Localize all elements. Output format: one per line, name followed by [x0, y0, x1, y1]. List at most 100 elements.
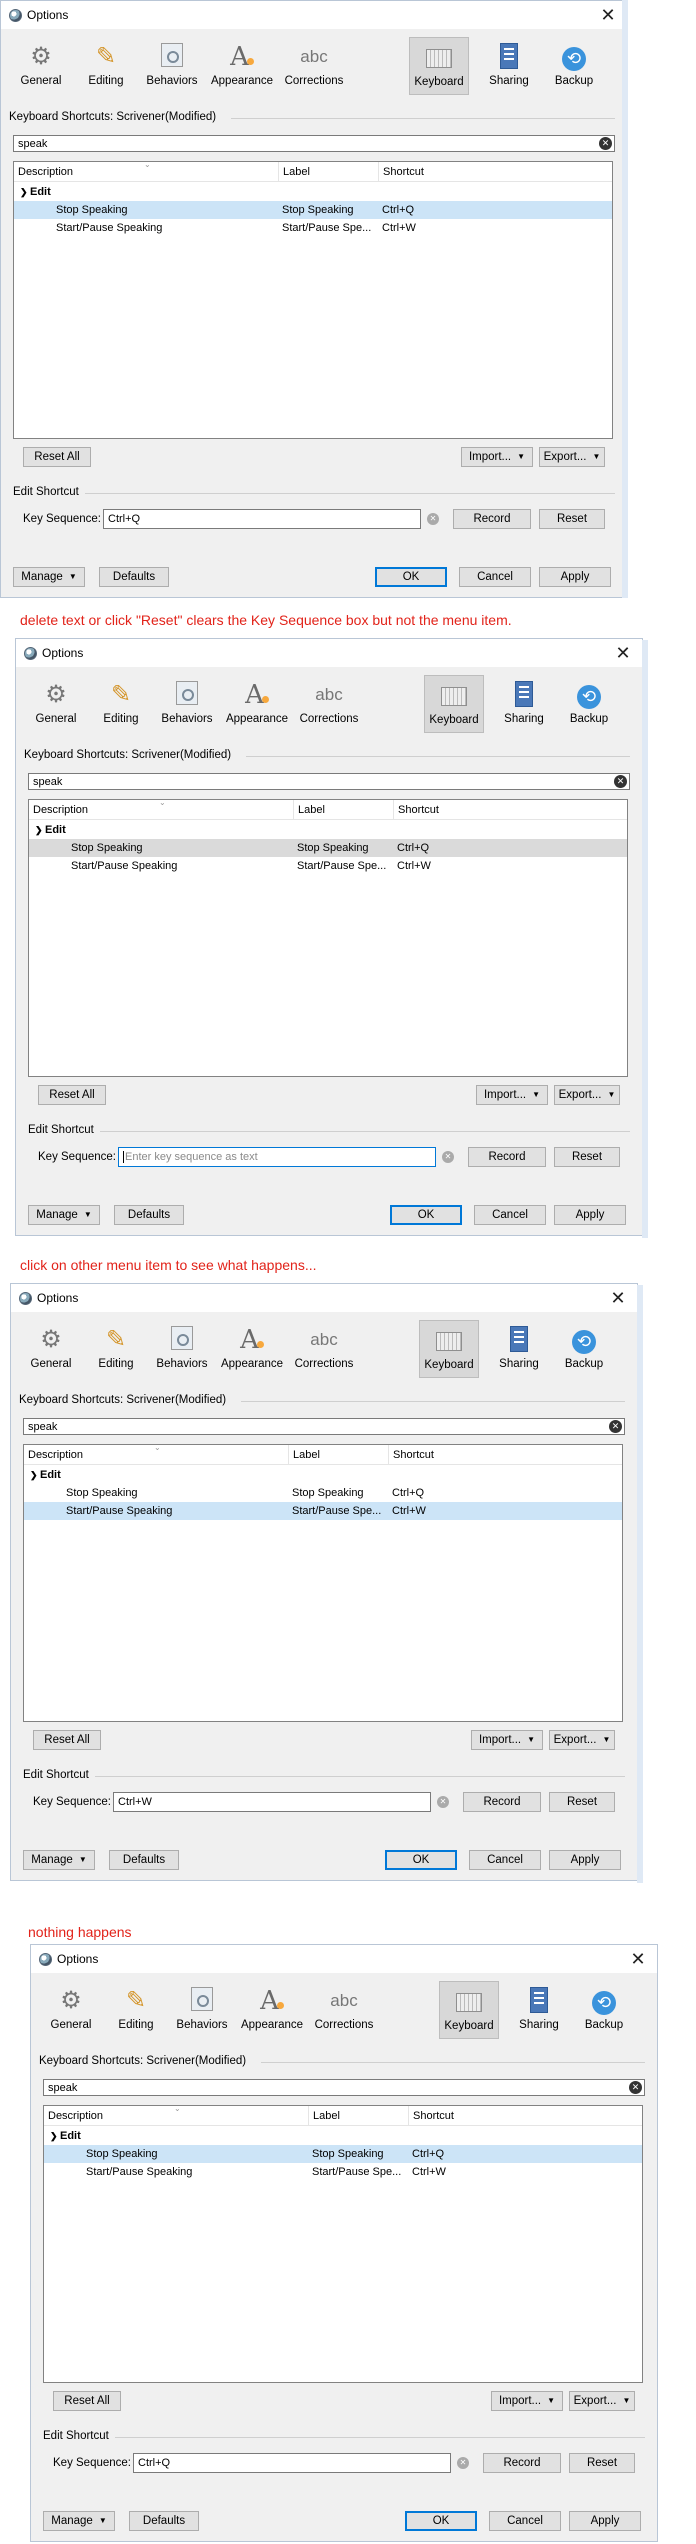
reset-all-button[interactable]: Reset All	[33, 1730, 101, 1750]
tab-appearance[interactable]: A Appearance	[221, 1320, 283, 1378]
record-button[interactable]: Record	[468, 1147, 546, 1167]
close-button[interactable]: ✕	[627, 1948, 649, 1970]
tab-corrections[interactable]: abc Corrections	[284, 37, 344, 95]
search-input[interactable]: speak ✕	[13, 135, 615, 152]
cancel-button[interactable]: Cancel	[459, 567, 531, 587]
apply-button[interactable]: Apply	[549, 1850, 621, 1870]
cancel-button[interactable]: Cancel	[489, 2511, 561, 2531]
tab-keyboard[interactable]: Keyboard	[439, 1981, 499, 2039]
column-label[interactable]: Label	[279, 162, 379, 182]
shortcuts-tree[interactable]: Description ⌄ Label Shortcut ❯ Edit Stop …	[28, 798, 628, 1077]
tab-appearance[interactable]: A Appearance	[211, 37, 273, 95]
key-sequence-input[interactable]: Ctrl+Q	[103, 509, 421, 529]
shortcuts-tree[interactable]: Description ⌄ Label Shortcut ❯ Edit Stop …	[23, 1443, 623, 1722]
apply-button[interactable]: Apply	[554, 1205, 626, 1225]
column-label[interactable]: Label	[309, 2106, 409, 2126]
clear-key-sequence-icon[interactable]: ✕	[442, 1151, 454, 1163]
ok-button[interactable]: OK	[390, 1205, 462, 1225]
search-input[interactable]: speak ✕	[28, 773, 630, 790]
column-label[interactable]: Label	[294, 800, 394, 820]
tab-appearance[interactable]: A Appearance	[241, 1981, 303, 2039]
defaults-button[interactable]: Defaults	[114, 1205, 184, 1225]
group-row-edit[interactable]: ❯ Edit	[24, 1466, 622, 1484]
tab-general[interactable]: ⚙ General	[21, 1320, 81, 1378]
tab-appearance[interactable]: A Appearance	[226, 675, 288, 733]
tab-general[interactable]: ⚙ General	[26, 675, 86, 733]
tab-behaviors[interactable]: Behaviors	[157, 675, 217, 733]
table-row[interactable]: Stop Speaking Stop Speaking Ctrl+Q	[29, 839, 627, 857]
export-button[interactable]: Export... ▼	[554, 1085, 620, 1105]
reset-button[interactable]: Reset	[554, 1147, 620, 1167]
tab-backup[interactable]: ⟲ Backup	[574, 1981, 634, 2039]
export-button[interactable]: Export... ▼	[539, 447, 605, 467]
clear-search-icon[interactable]: ✕	[629, 2081, 642, 2094]
apply-button[interactable]: Apply	[569, 2511, 641, 2531]
table-row[interactable]: Start/Pause Speaking Start/Pause Spe... …	[24, 1502, 622, 1520]
ok-button[interactable]: OK	[405, 2511, 477, 2531]
table-row[interactable]: Stop Speaking Stop Speaking Ctrl+Q	[44, 2145, 642, 2163]
record-button[interactable]: Record	[463, 1792, 541, 1812]
tab-keyboard[interactable]: Keyboard	[409, 37, 469, 95]
table-row[interactable]: Start/Pause Speaking Start/Pause Spe... …	[14, 219, 612, 237]
tab-behaviors[interactable]: Behaviors	[152, 1320, 212, 1378]
tab-editing[interactable]: ✎ Editing	[76, 37, 136, 95]
key-sequence-input[interactable]: Enter key sequence as text	[118, 1147, 436, 1167]
clear-key-sequence-icon[interactable]: ✕	[427, 513, 439, 525]
shortcuts-tree[interactable]: Description ⌄ Label Shortcut ❯ Edit Stop …	[43, 2104, 643, 2383]
tab-keyboard[interactable]: Keyboard	[424, 675, 484, 733]
reset-button[interactable]: Reset	[549, 1792, 615, 1812]
tab-editing[interactable]: ✎ Editing	[86, 1320, 146, 1378]
reset-all-button[interactable]: Reset All	[23, 447, 91, 467]
tab-keyboard[interactable]: Keyboard	[419, 1320, 479, 1378]
tab-backup[interactable]: ⟲ Backup	[554, 1320, 614, 1378]
key-sequence-input[interactable]: Ctrl+Q	[133, 2453, 451, 2473]
tab-backup[interactable]: ⟲ Backup	[544, 37, 604, 95]
defaults-button[interactable]: Defaults	[99, 567, 169, 587]
reset-all-button[interactable]: Reset All	[38, 1085, 106, 1105]
key-sequence-input[interactable]: Ctrl+W	[113, 1792, 431, 1812]
manage-button[interactable]: Manage ▼	[23, 1850, 95, 1870]
cancel-button[interactable]: Cancel	[469, 1850, 541, 1870]
tab-sharing[interactable]: Sharing	[489, 1320, 549, 1378]
column-label[interactable]: Label	[289, 1445, 389, 1465]
clear-search-icon[interactable]: ✕	[609, 1420, 622, 1433]
import-button[interactable]: Import... ▼	[476, 1085, 548, 1105]
tab-general[interactable]: ⚙ General	[41, 1981, 101, 2039]
record-button[interactable]: Record	[483, 2453, 561, 2473]
close-button[interactable]: ✕	[607, 1287, 629, 1309]
table-row[interactable]: Start/Pause Speaking Start/Pause Spe... …	[44, 2163, 642, 2181]
record-button[interactable]: Record	[453, 509, 531, 529]
apply-button[interactable]: Apply	[539, 567, 611, 587]
reset-all-button[interactable]: Reset All	[53, 2391, 121, 2411]
group-row-edit[interactable]: ❯ Edit	[14, 183, 612, 201]
group-row-edit[interactable]: ❯ Edit	[29, 821, 627, 839]
defaults-button[interactable]: Defaults	[129, 2511, 199, 2531]
column-shortcut[interactable]: Shortcut	[409, 2106, 642, 2126]
import-button[interactable]: Import... ▼	[471, 1730, 543, 1750]
tab-general[interactable]: ⚙ General	[11, 37, 71, 95]
tab-backup[interactable]: ⟲ Backup	[559, 675, 619, 733]
group-row-edit[interactable]: ❯ Edit	[44, 2127, 642, 2145]
close-button[interactable]: ✕	[612, 642, 634, 664]
shortcuts-tree[interactable]: Description ⌄ Label Shortcut ❯ Edit Stop …	[13, 160, 613, 439]
tab-corrections[interactable]: abc Corrections	[299, 675, 359, 733]
reset-button[interactable]: Reset	[539, 509, 605, 529]
search-input[interactable]: speak ✕	[23, 1418, 625, 1435]
tab-sharing[interactable]: Sharing	[509, 1981, 569, 2039]
manage-button[interactable]: Manage ▼	[43, 2511, 115, 2531]
column-shortcut[interactable]: Shortcut	[394, 800, 627, 820]
tab-behaviors[interactable]: Behaviors	[142, 37, 202, 95]
import-button[interactable]: Import... ▼	[491, 2391, 563, 2411]
tab-editing[interactable]: ✎ Editing	[91, 675, 151, 733]
tab-sharing[interactable]: Sharing	[479, 37, 539, 95]
reset-button[interactable]: Reset	[569, 2453, 635, 2473]
tab-corrections[interactable]: abc Corrections	[294, 1320, 354, 1378]
close-button[interactable]: ✕	[597, 4, 619, 26]
table-row[interactable]: Stop Speaking Stop Speaking Ctrl+Q	[24, 1484, 622, 1502]
column-shortcut[interactable]: Shortcut	[379, 162, 612, 182]
table-row[interactable]: Stop Speaking Stop Speaking Ctrl+Q	[14, 201, 612, 219]
defaults-button[interactable]: Defaults	[109, 1850, 179, 1870]
manage-button[interactable]: Manage ▼	[28, 1205, 100, 1225]
table-row[interactable]: Start/Pause Speaking Start/Pause Spe... …	[29, 857, 627, 875]
tab-editing[interactable]: ✎ Editing	[106, 1981, 166, 2039]
